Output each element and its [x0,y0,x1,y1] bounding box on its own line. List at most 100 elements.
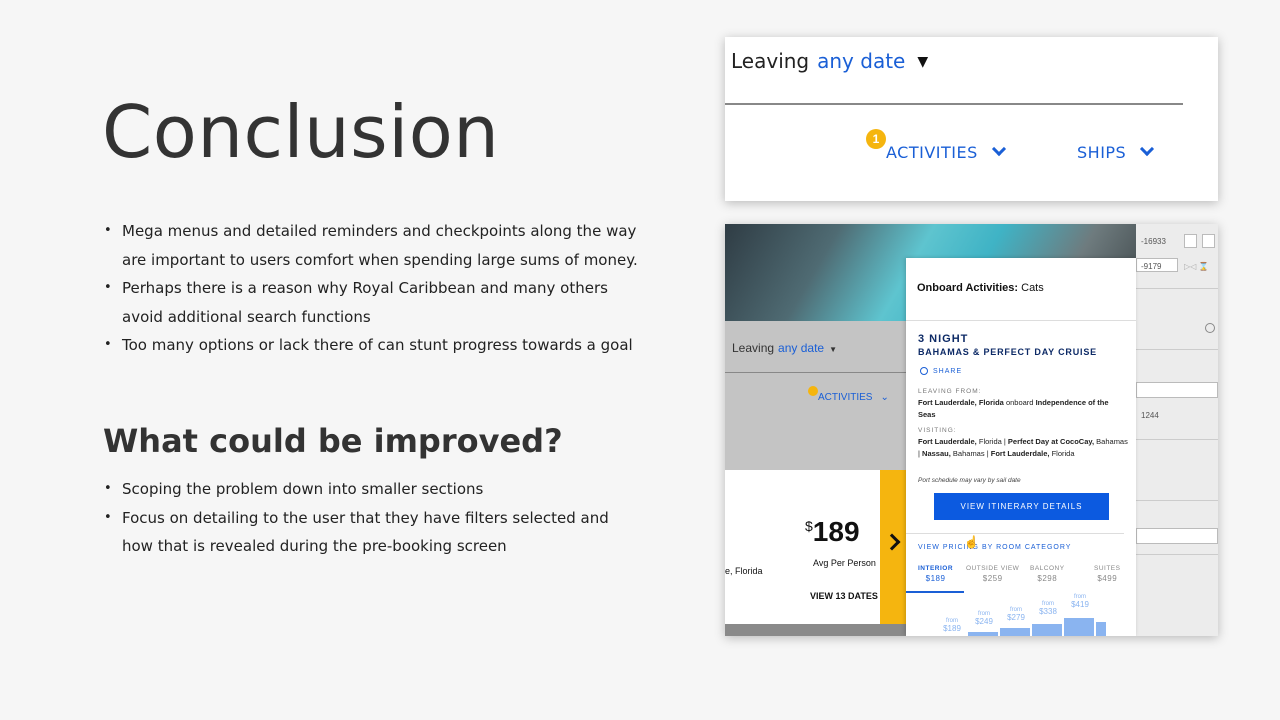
tab-label: INTERIOR [918,565,954,572]
tab-price: $189 [925,574,946,583]
pricing-heading: VIEW PRICING BY ROOM CATEGORY [918,544,1072,551]
leaving-value: any date [778,341,825,355]
departure-port: Fort Lauderdale, Florida [918,398,1004,407]
hand-cursor-icon: ☝ [964,535,979,549]
leaving-from-value: Fort Lauderdale, Florida onboard Indepen… [918,397,1128,420]
bullet-item: Perhaps there is a reason why Royal Cari… [104,274,644,331]
avg-per-person: Avg Per Person [813,558,876,568]
cruise-length: 3 NIGHT [918,333,969,345]
booking-screenshot: Leaving any date ▼ ACTIVITIES ⌄ e, Florida … [725,224,1218,636]
price-bar[interactable] [1000,628,1030,636]
activities-label: ACTIVITIES [818,392,873,403]
port-region: Bahamas [952,448,985,458]
chevron-down-icon: ▼ [917,54,929,70]
bar-price: $338 [1039,607,1057,616]
bar-label: from $279 [1000,607,1032,622]
slide-title: Conclusion [102,90,500,174]
divider [725,103,1183,105]
activities-label: ACTIVITIES [886,143,978,162]
bar-price: $279 [1007,613,1025,622]
page-icon[interactable] [1184,234,1197,248]
port-name: Nassau, [922,448,951,458]
radio-icon[interactable] [1205,323,1215,333]
divider [1136,439,1218,440]
active-tab-indicator [906,591,964,593]
bar-label: from $419 [1064,594,1096,609]
tab-price: $298 [1037,574,1058,583]
chevron-down-icon: ▼ [829,345,838,354]
port-region: Florida [978,437,1002,446]
bullet-item: Scoping the problem down into smaller se… [104,475,644,504]
divider [1136,500,1218,501]
popup-title: Onboard Activities: Cats [917,282,1044,294]
price-bar[interactable] [1032,624,1062,636]
chevron-down-icon [991,141,1006,157]
bullet-item: Focus on detailing to the user that they… [104,504,644,561]
tab-suites[interactable]: SUITES $499 [1094,565,1120,583]
chevron-down-icon: ⌄ [880,392,889,403]
price-bar[interactable] [1096,622,1106,636]
bar-label: from $338 [1032,601,1064,616]
tab-price: $259 [982,574,1003,583]
panel-select[interactable] [1136,528,1218,544]
bullet-item: Mega menus and detailed reminders and ch… [104,217,644,274]
popup-title-label: Onboard Activities: [917,282,1019,294]
leaving-label: Leaving [732,341,775,355]
bar-price: $249 [975,617,993,626]
tab-label: OUTSIDE VIEW [966,565,1020,572]
tab-balcony[interactable]: BALCONY $298 [1030,565,1065,583]
chevron-down-icon [1140,141,1155,157]
improvement-bullets: Scoping the problem down into smaller se… [104,475,644,561]
view-dates-link[interactable]: VIEW 13 DATES [810,591,878,601]
view-itinerary-button[interactable]: VIEW ITINERARY DETAILS [934,493,1109,520]
price-bar[interactable] [968,632,998,636]
leaving-label: Leaving [731,49,810,73]
divider [1136,288,1218,289]
panel-select[interactable] [1136,382,1218,398]
filter-count-badge [808,386,818,396]
bar-label: from $189 [936,618,968,633]
panel-value: -9179 [1141,262,1162,271]
leaving-date-filter[interactable]: Leaving any date ▼ [731,49,928,73]
bar-label: from $249 [968,611,1000,626]
port-region: Bahamas [1096,437,1128,446]
activities-dropdown[interactable]: ACTIVITIES [886,141,1006,162]
chevron-right-icon [883,533,901,551]
cruise-detail-popup: Onboard Activities: Cats 3 NIGHT BAHAMAS… [906,258,1136,636]
leaving-date-filter[interactable]: Leaving any date ▼ [732,341,837,355]
tab-label: SUITES [1094,565,1121,572]
section-subtitle: What could be improved? [103,422,563,460]
flip-icon[interactable]: ▷◁ ⌛ [1184,262,1209,271]
expand-panel-button[interactable] [880,470,906,624]
location-text: e, Florida [725,566,763,576]
popup-title-value: Cats [1021,282,1044,294]
divider [906,533,1124,534]
port-name: Fort Lauderdale, [990,448,1050,458]
ships-dropdown[interactable]: SHIPS [1077,141,1155,162]
tab-outside-view[interactable]: OUTSIDE VIEW $259 [966,565,1019,583]
tab-interior[interactable]: INTERIOR $189 [918,565,953,583]
currency-symbol: $ [805,518,813,534]
folder-icon[interactable] [1202,234,1215,248]
price-bar[interactable] [1064,618,1094,636]
port-name: Perfect Day at CocoCay, [1007,437,1095,446]
tab-price: $499 [1097,574,1118,583]
leaving-value: any date [817,49,906,73]
share-button[interactable]: SHARE [920,367,962,375]
divider [906,320,1136,321]
activities-dropdown[interactable]: ACTIVITIES ⌄ [818,392,889,403]
filter-bar-screenshot: Leaving any date ▼ 1 ACTIVITIES SHIPS [725,37,1218,201]
ships-label: SHIPS [1077,143,1127,162]
price-value: 189 [812,516,860,547]
onboard-word: onboard [1005,398,1034,407]
visiting-ports: Fort Lauderdale, Florida | Perfect Day a… [918,437,1128,458]
price: $189 [805,516,860,548]
port-region: Florida [1051,448,1075,458]
bullet-item: Too many options or lack there of can st… [104,331,644,360]
conclusion-bullets: Mega menus and detailed reminders and ch… [104,217,644,360]
bar-price: $419 [1071,600,1089,609]
divider [1136,349,1218,350]
bar-price: $189 [943,624,961,633]
share-icon [920,367,928,375]
port-name: Fort Lauderdale, [918,437,977,446]
